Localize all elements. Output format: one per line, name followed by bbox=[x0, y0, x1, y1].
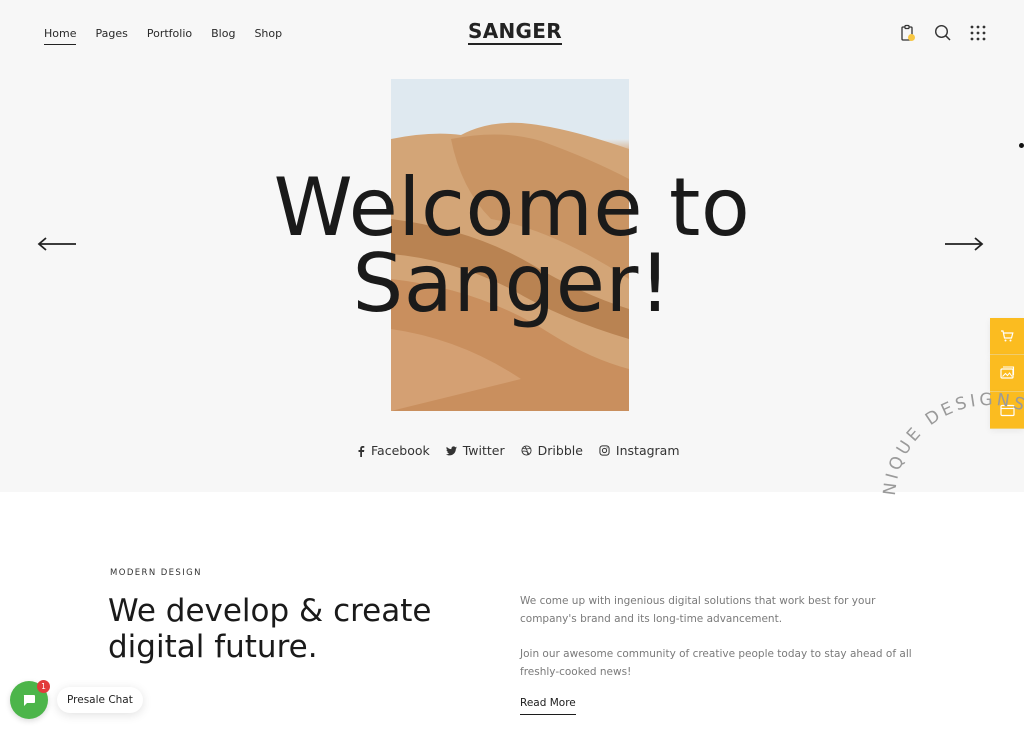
arrow-left-icon bbox=[37, 237, 76, 251]
main-nav: Home Pages Portfolio Blog Shop bbox=[44, 27, 301, 45]
svg-text:UNIQUE DESIGNS AND ... PROJECT: UNIQUE DESIGNS AND ... PROJECT. bbox=[870, 380, 1024, 592]
twitter-link[interactable]: Twitter bbox=[445, 443, 505, 458]
nav-item-pages[interactable]: Pages bbox=[95, 27, 127, 45]
hero-title-line1: Welcome to bbox=[273, 161, 751, 254]
slider-dot-indicator[interactable] bbox=[1019, 143, 1024, 148]
circular-text: UNIQUE DESIGNS AND ... PROJECT. bbox=[870, 380, 1024, 592]
dribbble-link[interactable]: Dribble bbox=[521, 443, 583, 458]
nav-item-portfolio[interactable]: Portfolio bbox=[147, 27, 192, 45]
facebook-icon bbox=[358, 445, 365, 457]
search-icon[interactable] bbox=[934, 24, 952, 42]
next-slide-button[interactable] bbox=[944, 236, 984, 252]
clipboard-icon[interactable] bbox=[899, 24, 917, 42]
facebook-link[interactable]: Facebook bbox=[357, 443, 430, 458]
instagram-link[interactable]: Instagram bbox=[599, 443, 680, 458]
section-title: We develop & create digital future. bbox=[108, 593, 431, 665]
arrow-right-icon bbox=[945, 237, 984, 251]
nav-item-home[interactable]: Home bbox=[44, 27, 77, 45]
grid-menu-icon[interactable] bbox=[969, 24, 987, 42]
about-paragraph-1: We come up with ingenious digital soluti… bbox=[520, 595, 876, 625]
dribbble-icon bbox=[521, 445, 532, 456]
presale-chat-label[interactable]: Presale Chat bbox=[57, 687, 143, 713]
twitter-icon bbox=[445, 445, 457, 455]
section-eyebrow: MODERN DESIGN bbox=[110, 568, 202, 578]
about-paragraph-2: Join our awesome community of creative p… bbox=[520, 648, 912, 678]
dribbble-label: Dribble bbox=[537, 443, 583, 458]
header-icons bbox=[899, 24, 987, 42]
twitter-label: Twitter bbox=[462, 443, 505, 458]
cart-icon bbox=[1001, 330, 1014, 342]
image-gallery-icon bbox=[999, 366, 1014, 379]
instagram-label: Instagram bbox=[615, 443, 680, 458]
nav-item-shop[interactable]: Shop bbox=[254, 27, 282, 45]
chat-bubble-icon bbox=[23, 695, 35, 706]
read-more-link[interactable]: Read More bbox=[520, 697, 576, 715]
hero-title: Welcome to Sanger! bbox=[0, 161, 1024, 330]
chat-notification-badge: 1 bbox=[37, 680, 50, 693]
circular-text-badge: UNIQUE DESIGNS AND ... PROJECT. bbox=[870, 380, 1024, 592]
facebook-label: Facebook bbox=[371, 443, 430, 458]
prev-slide-button[interactable] bbox=[37, 236, 77, 252]
nav-item-blog[interactable]: Blog bbox=[211, 27, 235, 45]
instagram-icon bbox=[599, 445, 610, 456]
social-links: Facebook Twitter Dribble Instagram bbox=[357, 443, 680, 458]
hero-title-line2: Sanger! bbox=[352, 237, 672, 330]
section-title-line1: We develop & create bbox=[108, 593, 432, 629]
side-cart-button[interactable] bbox=[990, 318, 1024, 355]
site-logo[interactable]: SANGER bbox=[468, 20, 562, 45]
section-title-line2: digital future. bbox=[108, 629, 318, 665]
